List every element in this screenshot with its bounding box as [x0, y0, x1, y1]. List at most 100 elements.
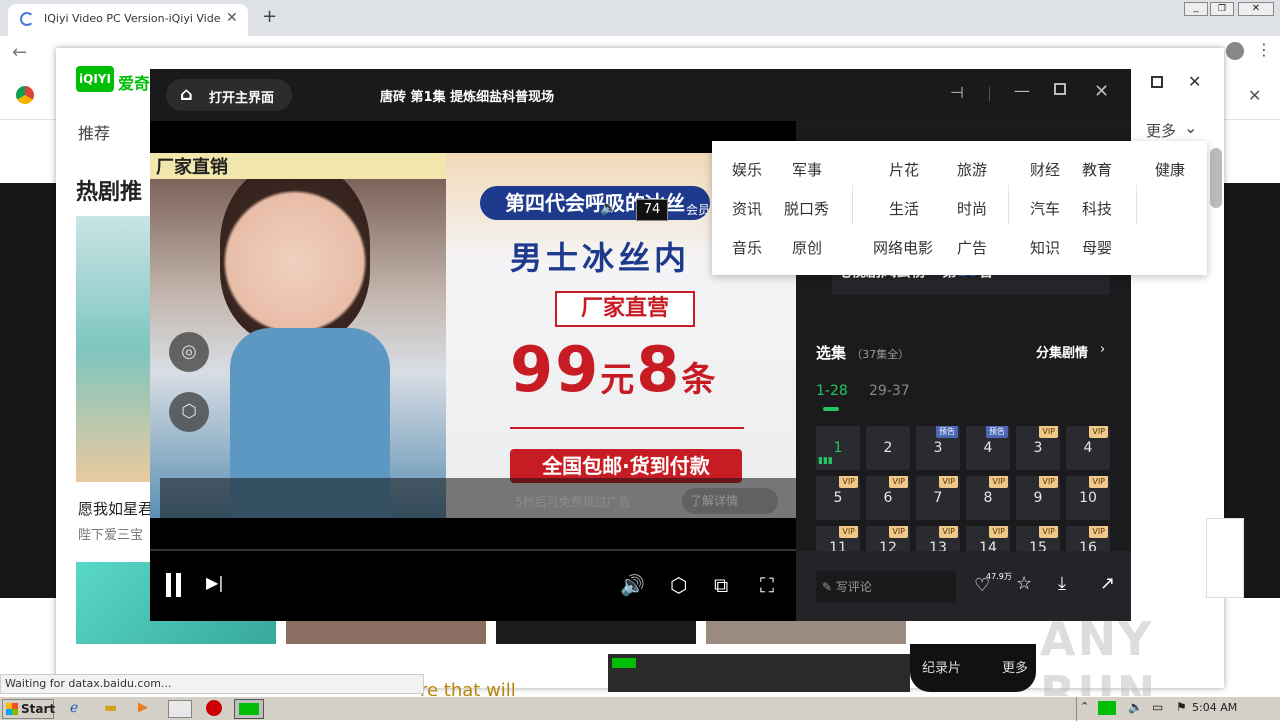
episode-item[interactable]: VIP 7 [916, 476, 960, 520]
category-item[interactable]: 汽车 [1030, 198, 1060, 219]
range-tab[interactable]: 29-37 [869, 383, 910, 399]
episode-item[interactable]: VIP 16 [1066, 526, 1110, 551]
category-item[interactable]: 音乐 [732, 237, 762, 258]
episode-item[interactable]: 预告 4 [966, 426, 1010, 470]
ad-vip-label[interactable]: 会员 [686, 201, 710, 218]
ad-learn-more-button[interactable]: 了解详情 [682, 488, 778, 514]
comment-input[interactable]: ✎ 写评论 [816, 571, 956, 603]
tray-iqiyi-icon[interactable] [1098, 701, 1116, 715]
poster-4[interactable] [496, 618, 696, 644]
drama-poster[interactable] [76, 216, 150, 482]
episode-item[interactable]: VIP 12 [866, 526, 910, 551]
ie-icon[interactable]: ℯ [70, 700, 78, 716]
minimize-icon[interactable]: _ [1184, 2, 1208, 16]
episode-plot-link[interactable]: 分集剧情 [1036, 342, 1088, 361]
close-player-icon[interactable]: ✕ [1094, 81, 1109, 102]
back-icon[interactable]: ← [12, 42, 27, 63]
screenshot-camera-icon[interactable]: ◎ [169, 332, 209, 372]
tray-network-icon[interactable]: ▭ [1152, 700, 1163, 714]
category-item[interactable]: 教育 [1082, 159, 1112, 180]
menu-icon[interactable]: ⋮ [1256, 40, 1272, 59]
minimize-player-icon[interactable]: — [1014, 81, 1030, 100]
nav-more[interactable]: 更多 [1146, 120, 1176, 141]
category-item[interactable]: 网络电影 [873, 237, 933, 258]
close-infobar-icon[interactable]: ✕ [1248, 86, 1261, 105]
category-item[interactable]: 知识 [1030, 237, 1060, 258]
episode-item[interactable]: VIP 15 [1016, 526, 1060, 551]
more-link[interactable]: 更多 [1002, 657, 1028, 676]
episode-item[interactable]: VIP 3 [1016, 426, 1060, 470]
close-tab-icon[interactable]: ✕ [226, 10, 238, 26]
card-title[interactable]: 愿我如星君 [78, 498, 153, 519]
episode-item[interactable]: VIP 5 [816, 476, 860, 520]
close-window-icon[interactable]: ✕ [1238, 2, 1274, 16]
episode-item[interactable]: 预告 3 [916, 426, 960, 470]
settings-hex-icon[interactable]: ⬡ [169, 392, 209, 432]
page-close-icon[interactable]: ✕ [1188, 72, 1201, 91]
episode-item[interactable]: 2 [866, 426, 910, 470]
category-item[interactable]: 片花 [889, 159, 919, 180]
chrome-taskbar-icon[interactable] [168, 700, 192, 718]
restore-icon[interactable]: ❐ [1210, 2, 1234, 16]
category-item[interactable]: 财经 [1030, 159, 1060, 180]
start-button[interactable]: Start [2, 699, 55, 719]
episode-item[interactable]: VIP 14 [966, 526, 1010, 551]
category-item[interactable]: 娱乐 [732, 159, 762, 180]
category-item[interactable]: 旅游 [957, 159, 987, 180]
video-area[interactable]: 厂家直销 第四代会呼吸的冰丝 男士冰丝内 厂家直营 99元8条 全国包邮·货到付… [150, 121, 796, 549]
opera-icon[interactable] [206, 700, 222, 716]
maximize-player-icon[interactable] [1054, 83, 1066, 95]
ad-volume-icon[interactable]: 🔈 [600, 200, 617, 216]
quality-icon[interactable]: ⬡ [670, 573, 687, 597]
fullscreen-icon[interactable]: ⛶ [760, 573, 774, 597]
nav-recommend[interactable]: 推荐 [78, 120, 110, 144]
poster-3[interactable] [286, 618, 486, 644]
range-tab-active[interactable]: 1-28 [816, 383, 848, 399]
category-item[interactable]: 生活 [889, 198, 919, 219]
category-item[interactable]: 原创 [792, 237, 822, 258]
category-item[interactable]: 资讯 [732, 198, 762, 219]
episode-item[interactable]: VIP 11 [816, 526, 860, 551]
documentary-link[interactable]: 纪录片 [922, 657, 961, 676]
hover-thumbnail[interactable] [608, 654, 910, 692]
tray-flag-icon[interactable]: ⚑ [1176, 700, 1187, 714]
episode-item[interactable]: VIP 9 [1016, 476, 1060, 520]
category-item[interactable]: 健康 [1155, 159, 1185, 180]
picture-in-picture-icon[interactable]: ⧉ [714, 573, 728, 597]
ad-skip-text[interactable]: 5秒后可免费跳过广告 [515, 493, 631, 510]
media-icon[interactable]: ▶ [138, 700, 148, 715]
episode-item[interactable]: 1 ▮▮▮ [816, 426, 860, 470]
open-home-button[interactable]: ⌂ 打开主界面 [166, 79, 292, 111]
episode-item[interactable]: VIP 10 [1066, 476, 1110, 520]
volume-icon[interactable]: 🔊 [620, 573, 645, 597]
category-item[interactable]: 脱口秀 [784, 198, 829, 219]
iqiyi-taskbar-button[interactable] [234, 699, 264, 719]
episode-item[interactable]: VIP 6 [866, 476, 910, 520]
category-item[interactable]: 广告 [957, 237, 987, 258]
folder-icon[interactable]: ▬ [104, 700, 117, 716]
episode-select-title: 选集 （37集全） [816, 342, 909, 363]
share-icon[interactable]: ↗ [1100, 573, 1115, 594]
next-episode-icon[interactable]: ▶| [206, 573, 224, 592]
tray-volume-icon[interactable]: 🔈 [1128, 700, 1143, 714]
category-item[interactable]: 时尚 [957, 198, 987, 219]
browser-tab[interactable]: IQiyi Video PC Version-iQiyi Video Of ✕ [8, 4, 248, 36]
iqiyi-logo[interactable]: iQIYI [76, 66, 114, 92]
pause-icon[interactable] [166, 573, 171, 597]
category-item[interactable]: 母婴 [1082, 237, 1112, 258]
page-maximize-icon[interactable] [1151, 76, 1163, 88]
episode-item[interactable]: VIP 4 [1066, 426, 1110, 470]
favorite-icon[interactable]: ☆ [1016, 573, 1032, 594]
category-item[interactable]: 军事 [792, 159, 822, 180]
tray-arrow-icon[interactable]: ⌃ [1080, 700, 1089, 713]
episode-item[interactable]: VIP 8 [966, 476, 1010, 520]
scrollbar-thumb[interactable] [1210, 148, 1222, 208]
category-item[interactable]: 科技 [1082, 198, 1112, 219]
side-widget[interactable] [1206, 518, 1244, 598]
pin-icon[interactable]: ⊣ [950, 83, 964, 102]
profile-icon[interactable] [1226, 42, 1244, 60]
episode-item[interactable]: VIP 13 [916, 526, 960, 551]
download-icon[interactable]: ⤓ [1058, 573, 1066, 594]
new-tab-icon[interactable]: + [262, 6, 277, 27]
poster-5[interactable] [706, 618, 906, 644]
